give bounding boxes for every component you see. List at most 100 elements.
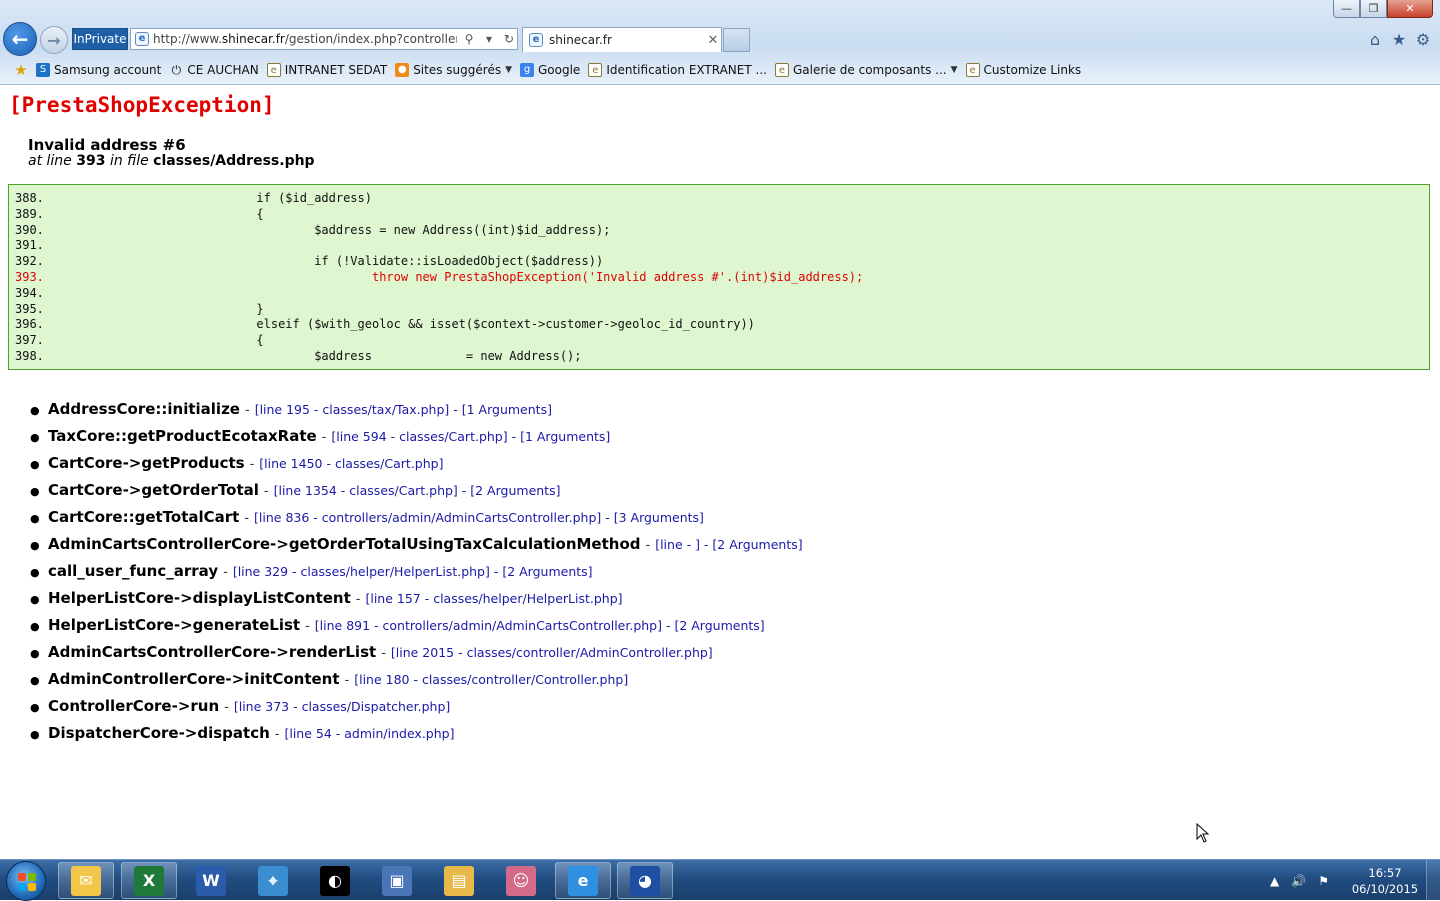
taskbar-excel-app[interactable]: X — [121, 862, 177, 899]
trace-location-link[interactable]: [line 2015 - classes/controller/AdminCon… — [391, 645, 713, 660]
back-button[interactable]: ← — [3, 22, 37, 56]
favorite-google[interactable]: g Google — [520, 63, 580, 77]
internet-explorer-icon: e — [568, 865, 598, 896]
taskbar-media-app[interactable]: ◐ — [307, 862, 363, 899]
trace-location-link[interactable]: [line 195 - classes/tax/Tax.php] - [1 Ar… — [255, 402, 552, 417]
code-line-number: 393. — [15, 269, 44, 284]
excel-icon: X — [134, 865, 164, 896]
favorite-ce-auchan[interactable]: ⏻ CE AUCHAN — [169, 63, 259, 77]
browser-tab[interactable]: e shinecar.fr ✕ — [522, 27, 722, 52]
code-text: $address = new Address((int)$id_address)… — [83, 222, 611, 237]
search-icon[interactable]: ⚲ — [461, 32, 477, 46]
trace-separator: - — [381, 646, 386, 661]
minimize-button[interactable]: — — [1333, 0, 1360, 18]
home-icon[interactable]: ⌂ — [1365, 30, 1385, 50]
taskbar-outlook-app[interactable]: ✉ — [58, 862, 114, 899]
stack-trace-item: ● CartCore->getOrderTotal - [line 1354 - cl… — [30, 481, 1030, 508]
taskbar-word-app[interactable]: W — [183, 862, 239, 899]
code-line-number: 389. — [15, 206, 44, 221]
code-line: 392. if (!Validate::isLoadedObject($addr… — [15, 254, 1429, 270]
stack-trace-item: ● AdminControllerCore->initContent - [line … — [30, 670, 1030, 697]
trace-location-link[interactable]: [line 891 - controllers/admin/AdminCarts… — [315, 618, 765, 633]
favorite-label: Sites suggérés — [413, 63, 502, 77]
outlook-icon: ✉ — [71, 865, 101, 896]
start-button[interactable] — [6, 861, 46, 901]
code-line-number: 388. — [15, 191, 44, 205]
favorite-label: INTRANET SEDAT — [284, 63, 388, 77]
trace-function: DispatcherCore->dispatch — [48, 724, 270, 742]
trace-function: AdminCartsControllerCore->renderList — [48, 643, 377, 661]
forward-arrow-icon: → — [47, 30, 61, 50]
favorite-samsung-account[interactable]: S Samsung account — [36, 63, 161, 77]
trace-function: CartCore->getProducts — [48, 454, 245, 472]
trace-function: AddressCore::initialize — [48, 400, 240, 418]
code-line-number: 392. — [15, 254, 44, 269]
stack-trace-item: ● call_user_func_array - [line 329 - classe… — [30, 562, 1030, 589]
url-text[interactable]: http://www.shinecar.fr/gestion/index.php… — [153, 32, 457, 46]
new-tab-button[interactable] — [723, 28, 750, 52]
trace-location-link[interactable]: [line 836 - controllers/admin/AdminCarts… — [254, 510, 704, 525]
bullet-icon: ● — [30, 458, 40, 471]
word-icon: W — [196, 865, 226, 896]
show-desktop-button[interactable] — [1426, 860, 1440, 901]
trace-location-link[interactable]: [line 54 - admin/index.php] — [284, 726, 454, 741]
taskbar-ie-app[interactable]: e — [555, 862, 611, 899]
code-line: 391. — [15, 238, 1429, 254]
favorite-intranet-sedat[interactable]: e INTRANET SEDAT — [266, 63, 388, 77]
bullet-icon: ● — [30, 593, 40, 606]
dropdown-chevron-icon[interactable]: ▾ — [481, 32, 497, 46]
bullet-icon: ● — [30, 566, 40, 579]
taskbar-remote-app[interactable]: ▣ — [369, 862, 425, 899]
code-line-number: 390. — [15, 222, 44, 237]
favorites-star-icon[interactable]: ★ — [1389, 30, 1409, 50]
favorite-sites-suggeres[interactable]: ● Sites suggérés ▼ — [395, 63, 512, 77]
stack-trace-item: ● DispatcherCore->dispatch - [line 54 - adm… — [30, 724, 1030, 751]
close-window-button[interactable]: ✕ — [1387, 0, 1433, 18]
volume-icon[interactable]: 🔊 — [1291, 874, 1306, 888]
taskbar-character-app[interactable]: ☺ — [493, 862, 549, 899]
refresh-icon[interactable]: ↻ — [501, 32, 517, 46]
trace-location-link[interactable]: [line 157 - classes/helper/HelperList.ph… — [365, 591, 622, 606]
code-line-number: 397. — [15, 333, 44, 348]
taskbar-globe-app[interactable]: ◕ — [617, 862, 673, 899]
trace-location-link[interactable]: [line 180 - classes/controller/Controlle… — [354, 672, 628, 687]
trace-separator: - — [305, 619, 310, 634]
show-hidden-icons-icon[interactable]: ▲ — [1270, 874, 1279, 888]
exception-title: [PrestaShopException] — [9, 93, 275, 117]
trace-location-link[interactable]: [line 1354 - classes/Cart.php] - [2 Argu… — [274, 483, 561, 498]
bullet-icon: ● — [30, 647, 40, 660]
bullet-icon: ● — [30, 674, 40, 687]
trace-location-link[interactable]: [line 1450 - classes/Cart.php] — [259, 456, 443, 471]
trace-location-link[interactable]: [line 373 - classes/Dispatcher.php] — [234, 699, 450, 714]
tools-gear-icon[interactable]: ⚙ — [1413, 30, 1433, 50]
favorites-star-icon[interactable]: ★ — [14, 63, 28, 78]
forward-button[interactable]: → — [40, 26, 68, 54]
trace-location-link[interactable]: [line 594 - classes/Cart.php] - [1 Argum… — [331, 429, 610, 444]
favorite-label: Google — [538, 63, 581, 77]
favorite-identification-extranet[interactable]: e Identification EXTRANET ... — [588, 63, 767, 77]
trace-location-link[interactable]: [line 329 - classes/helper/HelperList.ph… — [233, 564, 593, 579]
address-bar[interactable]: e http://www.shinecar.fr/gestion/index.p… — [130, 28, 518, 50]
stack-trace-item: ● HelperListCore->generateList - [line 891 … — [30, 616, 1030, 643]
favorite-galerie-composants[interactable]: e Galerie de composants ... ▼ — [774, 63, 958, 77]
trace-function: HelperListCore->displayListContent — [48, 589, 351, 607]
system-clock[interactable]: 16:57 06/10/2015 — [1350, 865, 1420, 897]
trace-separator: - — [274, 727, 280, 742]
trace-location-link[interactable]: [line - ] - [2 Arguments] — [655, 537, 802, 552]
taskbar-network-app[interactable]: ⌖ — [245, 862, 301, 899]
bullet-icon: ● — [30, 539, 40, 552]
maximize-button[interactable]: ❐ — [1360, 0, 1387, 18]
action-center-flag-icon[interactable]: ⚑ — [1318, 874, 1329, 888]
favorite-customize-links[interactable]: e Customize Links — [965, 63, 1081, 77]
stack-trace-item: ● ControllerCore->run - [line 373 - classes… — [30, 697, 1030, 724]
inprivate-badge[interactable]: InPrivate — [72, 28, 128, 50]
taskbar-explorer-app[interactable]: ▤ — [431, 862, 487, 899]
trace-function: AdminCartsControllerCore->getOrderTotalU… — [48, 535, 641, 553]
page-content: [PrestaShopException] Invalid address #6… — [0, 86, 1440, 859]
bullet-icon: ● — [30, 485, 40, 498]
code-line-number: 391. — [15, 238, 44, 253]
favorites-bar: ★ S Samsung account ⏻ CE AUCHAN e INTRAN… — [0, 56, 1440, 84]
tab-close-icon[interactable]: ✕ — [705, 33, 721, 48]
code-text: if (!Validate::isLoadedObject($address)) — [83, 254, 604, 269]
power-icon: ⏻ — [171, 63, 182, 77]
